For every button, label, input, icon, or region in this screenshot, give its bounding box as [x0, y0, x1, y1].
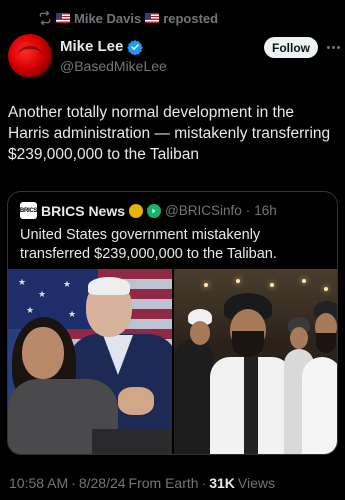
photo-group[interactable] — [174, 269, 337, 454]
quote-header: BRICS BRICS News @BRICSinfo · 16h — [20, 202, 277, 219]
gold-badge-icon — [129, 203, 144, 218]
quote-separator: · — [245, 203, 251, 218]
author-name-row[interactable]: Mike Lee — [60, 38, 144, 55]
repost-indicator[interactable]: Mike Davis reposted — [38, 9, 218, 27]
views-label: Views — [237, 475, 276, 491]
tweet-date[interactable]: 8/28/24 — [79, 475, 126, 491]
us-flag-icon — [56, 13, 70, 23]
repost-icon — [39, 11, 51, 25]
views-count: 31K — [209, 475, 235, 491]
author-avatar[interactable] — [8, 34, 52, 78]
repost-action: reposted — [163, 10, 219, 26]
quote-author-handle[interactable]: @BRICSinfo — [165, 203, 242, 218]
follow-button[interactable]: Follow — [264, 37, 318, 58]
photo-embrace[interactable]: ★ ★ ★ ★ ★ — [8, 269, 172, 454]
meta-separator: · — [71, 475, 76, 491]
tweet-source: From Earth — [128, 475, 199, 491]
tweet-meta: 10:58 AM · 8/28/24 From Earth · 31K View… — [9, 475, 275, 491]
quote-author-name[interactable]: BRICS News — [41, 203, 125, 219]
green-verified-icon — [147, 203, 162, 218]
author-display-name[interactable]: Mike Lee — [60, 38, 123, 55]
more-icon[interactable] — [325, 38, 341, 56]
quote-media: ★ ★ ★ ★ ★ — [8, 269, 337, 454]
quote-text: United States government mistakenly tran… — [20, 227, 277, 262]
verified-badge-icon — [127, 39, 144, 55]
repost-user[interactable]: Mike Davis — [74, 11, 141, 26]
quote-avatar[interactable]: BRICS — [20, 202, 37, 219]
tweet-time[interactable]: 10:58 AM — [9, 475, 68, 491]
quote-timestamp[interactable]: 16h — [254, 203, 277, 218]
us-flag-icon — [145, 13, 160, 23]
tweet-text: Another totally normal development in th… — [8, 104, 331, 163]
quoted-tweet[interactable]: BRICS BRICS News @BRICSinfo · 16h United… — [7, 191, 338, 455]
author-handle[interactable]: @BasedMikeLee — [60, 58, 167, 74]
meta-separator: · — [201, 475, 207, 491]
